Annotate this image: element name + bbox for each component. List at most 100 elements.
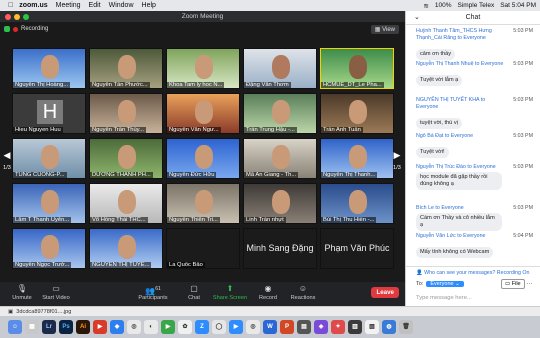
zoom-icon[interactable]: ▶ xyxy=(229,320,243,334)
zalo-icon[interactable]: Z xyxy=(195,320,209,334)
chat-footer: 👤 Who can see your messages? Recording O… xyxy=(406,266,540,306)
app-icon[interactable]: ◆ xyxy=(110,320,124,334)
menu-help[interactable]: Help xyxy=(142,2,156,9)
app-icon[interactable]: ▧ xyxy=(365,320,379,334)
powerpoint-icon[interactable]: P xyxy=(280,320,294,334)
message-sender: Nguyễn Văn Lức to Everyone xyxy=(416,233,486,239)
app-icon[interactable]: ◯ xyxy=(212,320,226,334)
chat-input[interactable]: Type message here... xyxy=(416,295,472,301)
participant-name: Nguyễn Đức Hữu xyxy=(167,172,217,178)
photos-icon[interactable]: ✿ xyxy=(178,320,192,334)
video-tile[interactable]: Trần Trung Hậu -... xyxy=(243,93,317,134)
illustrator-icon[interactable]: Ai xyxy=(76,320,90,334)
menu-app[interactable]: zoom.us xyxy=(19,2,47,9)
clock[interactable]: Sat 5:04 PM xyxy=(500,2,536,9)
app-icon[interactable]: ▤ xyxy=(297,320,311,334)
chat-messages[interactable]: Huỳnh Thanh Tâm_THCS Hưng Thạnh_Cái Răng… xyxy=(406,26,540,266)
view-button[interactable]: ▦ View xyxy=(370,25,399,34)
recording-dot-icon xyxy=(13,26,18,32)
participants-button[interactable]: 👥61 Participants xyxy=(131,284,175,301)
message-text: tuyệt vời, thú vị xyxy=(416,118,462,129)
minimize-window-button[interactable] xyxy=(14,14,20,20)
recipient-select[interactable]: Everyone ⌄ xyxy=(426,281,464,287)
participant-name: Linh Trần nhựt xyxy=(244,217,286,223)
app-icon[interactable]: ◍ xyxy=(382,320,396,334)
facetime-icon[interactable]: ▶ xyxy=(161,320,175,334)
active-speaker-tile[interactable]: HCMUE_DT_Le Pha... xyxy=(320,48,394,89)
video-tile[interactable]: Nguyễn Tấn Phước... xyxy=(89,48,163,89)
word-icon[interactable]: W xyxy=(263,320,277,334)
trash-icon[interactable]: 🗑 xyxy=(399,320,413,334)
menu-meeting[interactable]: Meeting xyxy=(56,2,81,9)
file-button[interactable]: ▭ File xyxy=(501,279,525,289)
video-tile[interactable]: Mã An Giang - Th... xyxy=(243,138,317,179)
photoshop-icon[interactable]: Ps xyxy=(59,320,73,334)
video-tile[interactable]: H Hieu Nguyen Huu xyxy=(12,93,86,134)
security-shield-icon[interactable] xyxy=(4,26,10,32)
zoom-window-button[interactable] xyxy=(23,14,29,20)
participant-face xyxy=(195,145,213,169)
participant-name-large: Phạm Văn Phúc xyxy=(324,243,390,253)
app-icon[interactable]: ✦ xyxy=(331,320,345,334)
download-filename[interactable]: 3dcdca89778f01....jpg xyxy=(16,309,71,315)
video-tile[interactable]: Phạm Văn Phúc xyxy=(320,228,394,269)
video-tile[interactable]: Nguyễn Thiên Tri... xyxy=(166,183,240,224)
who-can-see-link[interactable]: 👤 Who can see your messages? Recording O… xyxy=(416,270,529,276)
video-tile[interactable]: Nguyễn Trần Thùy... xyxy=(89,93,163,134)
video-tile[interactable]: Minh Sang Đặng xyxy=(243,228,317,269)
chat-message: Huỳnh Thanh Tâm_THCS Hưng Thạnh_Cái Răng… xyxy=(416,28,536,60)
finder-icon[interactable]: ☺ xyxy=(8,320,22,334)
chevron-down-icon[interactable]: ⌄ xyxy=(414,11,420,25)
participant-name: Nguyễn Văn Ngư... xyxy=(167,127,221,133)
start-video-button[interactable]: ▭ Start Video xyxy=(34,284,78,301)
menu-window[interactable]: Window xyxy=(109,2,134,9)
apple-icon[interactable]:  xyxy=(8,2,13,9)
participant-name: Trần Anh Tuấn xyxy=(321,127,363,133)
video-tile[interactable]: La Quốc Bảo xyxy=(166,228,240,269)
message-time: 5:03 PM xyxy=(513,164,533,170)
participant-name: Đặng Văn Thơm xyxy=(244,82,291,88)
participant-name-large: Minh Sang Đặng xyxy=(246,243,314,253)
video-tile[interactable]: Võ Hồng Thái THC... xyxy=(89,183,163,224)
app-icon[interactable]: ▶ xyxy=(93,320,107,334)
more-options-icon[interactable]: … xyxy=(526,279,533,286)
video-tile[interactable]: Linh Trần nhựt xyxy=(243,183,317,224)
video-tile[interactable]: Trần Anh Tuấn xyxy=(320,93,394,134)
close-window-button[interactable] xyxy=(5,14,11,20)
mac-dock: ☺ ▦ Lr Ps Ai ▶ ◆ ◎ ◐ ▶ ✿ Z ◯ ▶ ◎ W P ▤ ◈… xyxy=(0,316,540,338)
message-text: Mấy tính không có Webcam xyxy=(416,247,494,258)
video-tile[interactable]: Nguyễn Ngọc Trưở... xyxy=(12,228,86,269)
participant-face xyxy=(41,235,59,259)
video-tile[interactable]: Lâm T Thanh Uyên... xyxy=(12,183,86,224)
message-text: Tuyệt vời! xyxy=(416,147,449,158)
launchpad-icon[interactable]: ▦ xyxy=(25,320,39,334)
chrome-icon[interactable]: ◎ xyxy=(127,320,141,334)
video-tile[interactable]: Khoa Tam ly hoc N... xyxy=(166,48,240,89)
input-source[interactable]: Simple Telex xyxy=(457,2,494,9)
record-label: Record xyxy=(258,295,278,301)
app-icon[interactable]: ◈ xyxy=(314,320,328,334)
video-tile[interactable]: TUNG CUONG-P... xyxy=(12,138,86,179)
lightroom-icon[interactable]: Lr xyxy=(42,320,56,334)
video-tile[interactable]: Nguyễn Văn Ngư... xyxy=(166,93,240,134)
app-icon[interactable]: ◎ xyxy=(246,320,260,334)
app-icon[interactable]: ◐ xyxy=(144,320,158,334)
menu-edit[interactable]: Edit xyxy=(89,2,101,9)
participant-face xyxy=(118,190,136,214)
video-tile[interactable]: Đặng Văn Thơm xyxy=(243,48,317,89)
leave-button[interactable]: Leave xyxy=(371,287,399,298)
battery-percent[interactable]: 100% xyxy=(435,2,452,9)
video-tile[interactable]: Nguyễn Đức Hữu xyxy=(166,138,240,179)
video-tile[interactable]: Bùi Thị Thu Hiền -... xyxy=(320,183,394,224)
video-tile[interactable]: NGUYỄN THỊ TUYẾ... xyxy=(89,228,163,269)
video-tile[interactable]: DƯƠNG THANH PH... xyxy=(89,138,163,179)
next-page-button[interactable]: ▶ 1/3 xyxy=(392,150,402,171)
chat-message: Nguyễn Thị Trúc Đào to Everyone 5:03 PM họ… xyxy=(416,164,536,190)
app-icon[interactable]: ▥ xyxy=(348,320,362,334)
reactions-button[interactable]: ☺ Reactions xyxy=(281,284,325,301)
video-tile[interactable]: Nguyễn Thị Thanh... xyxy=(320,138,394,179)
video-tile[interactable]: Nguyễn Thị Hoàng... xyxy=(12,48,86,89)
participant-name: Khoa Tam ly hoc N... xyxy=(167,82,225,88)
wifi-icon[interactable]: ≋ xyxy=(423,2,428,10)
prev-page-button[interactable]: ◀ 1/3 xyxy=(2,150,12,171)
